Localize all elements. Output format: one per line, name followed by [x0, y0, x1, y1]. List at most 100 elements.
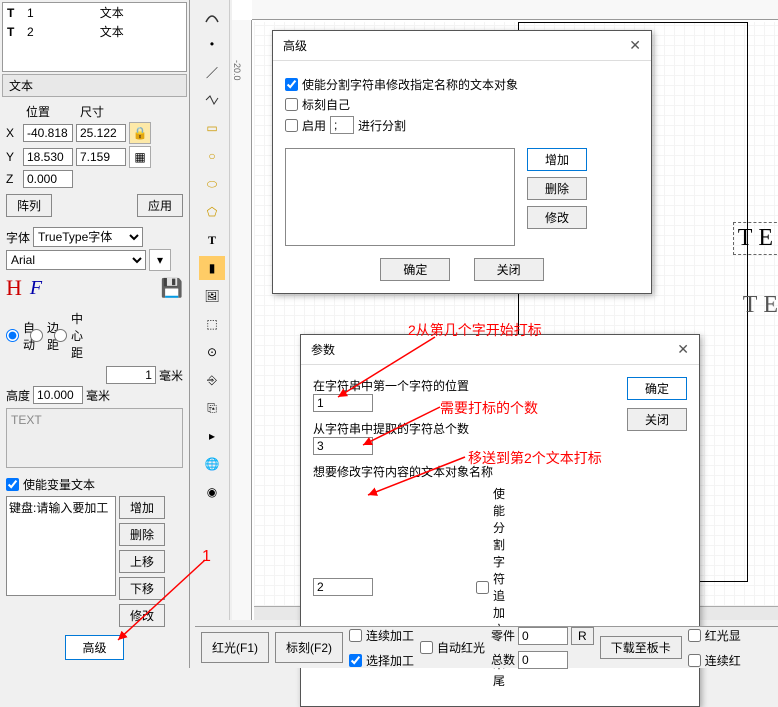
dlg-add-button[interactable]: 增加: [527, 148, 587, 171]
rect-icon[interactable]: ▭: [199, 116, 225, 140]
red-light-button[interactable]: 红光(F1): [201, 632, 269, 663]
continuous-check[interactable]: 连续加工: [349, 627, 414, 644]
array-button[interactable]: 阵列: [6, 194, 52, 217]
line-icon[interactable]: ／: [199, 60, 225, 84]
autored-check[interactable]: 自动红光: [420, 639, 485, 656]
var-text-check[interactable]: 使能变量文本: [6, 476, 183, 493]
dialog-title: 参数: [311, 341, 335, 358]
dlg-ok-button[interactable]: 确定: [380, 258, 450, 281]
parts-label: 零件: [491, 627, 515, 644]
timer-icon[interactable]: ⊙: [199, 340, 225, 364]
globe-icon[interactable]: 🌐: [199, 452, 225, 476]
param3-input[interactable]: [313, 578, 373, 596]
redlight-check[interactable]: 红光显: [688, 627, 741, 644]
add-button[interactable]: 增加: [119, 496, 165, 519]
param-ok-button[interactable]: 确定: [627, 377, 687, 400]
select-check[interactable]: 选择加工: [349, 652, 414, 669]
close-icon[interactable]: ✕: [629, 37, 641, 54]
mod-button[interactable]: 修改: [119, 604, 165, 627]
barcode-icon[interactable]: ▮: [199, 256, 225, 280]
x-input[interactable]: [23, 124, 73, 142]
polygon-icon[interactable]: ⬠: [199, 200, 225, 224]
h-input[interactable]: [76, 148, 126, 166]
output-icon[interactable]: ⎘: [199, 396, 225, 420]
r-button[interactable]: R: [571, 627, 594, 645]
mark-self-check[interactable]: 标刻自己: [285, 96, 639, 113]
size-header: 尺寸: [80, 103, 104, 120]
save-icon[interactable]: 💾: [161, 278, 183, 299]
canvas-text-1[interactable]: TEXT: [733, 222, 778, 255]
apply-button[interactable]: 应用: [137, 194, 183, 217]
ruler-horizontal: [252, 0, 778, 20]
font-opts-icon[interactable]: ▾: [149, 249, 171, 271]
enable-split-check[interactable]: 使能分割字符串修改指定名称的文本对象: [285, 76, 639, 93]
text-tool-icon[interactable]: T: [199, 228, 225, 252]
ruler-vertical: -20.0: [232, 20, 252, 620]
font-type-select[interactable]: TrueType字体: [33, 227, 143, 247]
height-input[interactable]: [33, 386, 83, 404]
close-icon[interactable]: ✕: [677, 341, 689, 358]
dialog-title: 高级: [283, 37, 307, 54]
mode-unit: 毫米: [159, 367, 183, 384]
z-label: Z: [6, 172, 20, 186]
advanced-dialog: 高级 ✕ 使能分割字符串修改指定名称的文本对象 标刻自己 启用 进行分割 增加 …: [272, 30, 652, 294]
y-input[interactable]: [23, 148, 73, 166]
download-button[interactable]: 下载至板卡: [600, 636, 682, 659]
bottom-toolbar: 红光(F1) 标刻(F2) 连续加工 选择加工 自动红光 零件R 总数 下载至板…: [195, 626, 778, 668]
z-input[interactable]: [23, 170, 73, 188]
margin-radio[interactable]: 边距: [30, 319, 44, 353]
parts-input[interactable]: [518, 627, 568, 645]
param2-input[interactable]: [313, 437, 373, 455]
preview-box: TEXT: [6, 408, 183, 468]
mark-button[interactable]: 标刻(F2): [275, 632, 343, 663]
font-name-select[interactable]: Arial: [6, 250, 146, 270]
height-label: 高度: [6, 387, 30, 404]
sep-input[interactable]: [330, 116, 354, 134]
enable-sep-check[interactable]: 启用 进行分割: [285, 116, 639, 134]
advanced-button[interactable]: 高级: [65, 635, 123, 660]
center-radio[interactable]: 中心距: [54, 310, 68, 361]
dlg-del-button[interactable]: 删除: [527, 177, 587, 200]
list-item[interactable]: T 2 文本: [3, 22, 186, 41]
continue-check[interactable]: 连续红: [688, 652, 741, 669]
height-unit: 毫米: [86, 387, 110, 404]
text-icon: T: [7, 6, 21, 20]
spiral-icon[interactable]: ◉: [199, 480, 225, 504]
vertical-toolbar: • ／ ▭ ○ ⬭ ⬠ T ▮ 🖼 ⬚ ⊙ ⎆ ⎘ ▸ 🌐 ◉: [195, 0, 230, 620]
x-label: X: [6, 126, 20, 140]
dlg-close-button[interactable]: 关闭: [474, 258, 544, 281]
object-list[interactable]: T 1 文本 T 2 文本: [2, 2, 187, 72]
path-icon[interactable]: [199, 88, 225, 112]
image-icon[interactable]: 🖼: [199, 284, 225, 308]
grid-icon[interactable]: ▦: [129, 146, 151, 168]
w-input[interactable]: [76, 124, 126, 142]
text-icon: T: [7, 25, 21, 39]
lock-icon[interactable]: 🔒: [129, 122, 151, 144]
mode-val-input[interactable]: [106, 366, 156, 384]
circle-icon[interactable]: ○: [199, 144, 225, 168]
input-icon[interactable]: ⎆: [199, 368, 225, 392]
split-list[interactable]: [285, 148, 515, 246]
var-list[interactable]: 键盘:请输入要加工: [6, 496, 116, 596]
canvas-text-2[interactable]: TEXT: [743, 292, 778, 319]
param1-input[interactable]: [313, 394, 373, 412]
list-item[interactable]: T 1 文本: [3, 3, 186, 22]
pos-header: 位置: [26, 103, 50, 120]
param-close-button[interactable]: 关闭: [627, 408, 687, 431]
curve-icon[interactable]: [199, 4, 225, 28]
auto-radio[interactable]: 自动: [6, 319, 20, 353]
h-style-icon[interactable]: H: [6, 275, 22, 301]
up-button[interactable]: 上移: [119, 550, 165, 573]
total-input[interactable]: [518, 651, 568, 669]
vector-icon[interactable]: ⬚: [199, 312, 225, 336]
ellipse-icon[interactable]: ⬭: [199, 172, 225, 196]
item-type: 文本: [100, 23, 124, 40]
panel-title: 文本: [2, 74, 187, 97]
extend-icon[interactable]: ▸: [199, 424, 225, 448]
dlg-mod-button[interactable]: 修改: [527, 206, 587, 229]
del-button[interactable]: 删除: [119, 523, 165, 546]
down-button[interactable]: 下移: [119, 577, 165, 600]
font-label: 字体: [6, 229, 30, 246]
f-style-icon[interactable]: F: [30, 277, 42, 300]
dot-icon[interactable]: •: [199, 32, 225, 56]
